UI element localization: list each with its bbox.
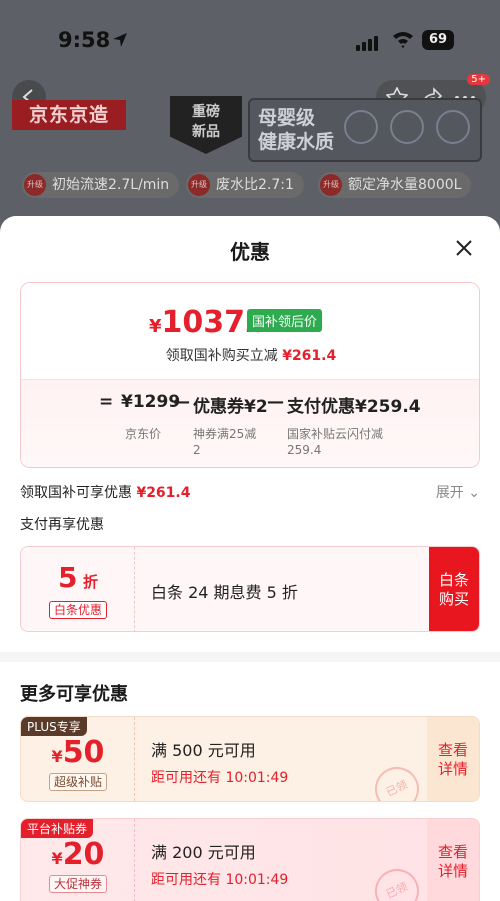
- location-arrow-icon: [113, 33, 127, 47]
- feature-text: 废水比2.7:1: [216, 177, 294, 193]
- cart-badge: 5+: [467, 74, 490, 85]
- coupon-label-wrap: 超级补贴: [21, 771, 135, 791]
- quality-badge: 母婴级 健康水质: [248, 98, 482, 162]
- discount-label: 领取国补购买立减: [165, 348, 278, 364]
- quality-text: 母婴级 健康水质: [258, 107, 335, 153]
- view-details-button[interactable]: 查看 详情: [427, 717, 479, 801]
- coupon-condition: 满 200 元可用: [151, 843, 256, 862]
- coupon-countdown: 距可用还有 10:01:49: [151, 872, 289, 888]
- coupon-amount: ¥50: [21, 735, 135, 770]
- wifi-icon: [393, 32, 413, 48]
- minus-sign: —: [267, 392, 284, 412]
- close-icon[interactable]: [454, 238, 474, 258]
- chevron-down-icon: ⌄: [468, 485, 480, 501]
- cert-icon: [436, 110, 470, 144]
- product-page-background: 9:58 69 5+ 京东京造 重磅 新品 母婴级 健康水质 升级 初始流速2.7…: [0, 0, 500, 240]
- expand-label: 展开: [435, 485, 464, 501]
- coupon-card[interactable]: 平台补贴券 ¥20 大促神券 满 200 元可用 距可用还有 10:01:49 …: [20, 818, 480, 901]
- baitiao-discount-value: 5 折: [21, 561, 135, 594]
- claimed-stamp: 已领: [367, 759, 427, 801]
- price-summary: ¥1037.6 国补领后价 领取国补购买立减 ¥261.4: [21, 283, 479, 379]
- gov-row-label: 领取国补可享优惠: [20, 485, 132, 501]
- jd-price-label: 京东价: [125, 427, 162, 441]
- coupon-countdown: 距可用还有 10:01:49: [151, 770, 289, 786]
- coupon-value: 50: [62, 735, 105, 770]
- upgrade-icon: 升级: [188, 174, 210, 196]
- status-time: 9:58: [58, 28, 111, 52]
- expand-button[interactable]: 展开 ⌄: [436, 482, 480, 502]
- feature-pill: 升级 废水比2.7:1: [186, 172, 304, 198]
- gov-subsidy-row[interactable]: 领取国补可享优惠 ¥261.4 展开 ⌄: [20, 482, 480, 502]
- status-bar: 9:58 69: [0, 28, 500, 58]
- price-card: ¥1037.6 国补领后价 领取国补购买立减 ¥261.4 = ¥1299 — …: [20, 282, 480, 468]
- feature-text: 初始流速2.7L/min: [52, 177, 170, 193]
- coupon-amount-area: ¥50 超级补贴: [21, 717, 135, 801]
- feature-pill: 升级 初始流速2.7L/min: [22, 172, 180, 198]
- pay-more-label: 支付再享优惠: [20, 517, 104, 533]
- upgrade-icon: 升级: [320, 174, 342, 196]
- equals-sign: =: [99, 392, 114, 412]
- discount-sheet: 优惠 ¥1037.6 国补领后价 领取国补购买立减 ¥261.4 = ¥1299…: [0, 216, 500, 901]
- new-product-tag: 重磅 新品: [170, 96, 242, 154]
- signal-icon: [356, 32, 380, 51]
- coupon-label: 超级补贴: [48, 773, 107, 791]
- sheet-title: 优惠: [230, 240, 270, 264]
- currency-symbol: ¥: [149, 316, 162, 337]
- discount-unit: 折: [83, 573, 99, 591]
- cert-icon: [344, 110, 378, 144]
- coupon-amount: ¥20: [21, 837, 135, 872]
- baitiao-label: 白条优惠: [49, 601, 108, 619]
- baitiao-desc: 白条 24 期息费 5 折: [151, 583, 298, 602]
- price-calc: = ¥1299 — 优惠券¥2 — 支付优惠¥259.4: [21, 392, 479, 422]
- coupon-amount-area: ¥20 大促神券: [21, 819, 135, 901]
- cert-icon: [390, 110, 424, 144]
- pay-discount: 支付优惠¥259.4: [287, 397, 421, 417]
- section-divider: [0, 652, 500, 662]
- coupon-value: 20: [62, 837, 105, 872]
- battery-indicator: 69: [422, 30, 454, 50]
- upgrade-icon: 升级: [24, 174, 46, 196]
- price-integer: 1037: [161, 305, 246, 340]
- feature-pill: 升级 额定净水量8000L: [318, 172, 472, 198]
- view-details-button[interactable]: 查看 详情: [427, 819, 479, 901]
- pay-sub: 国家补贴云闪付减 259.4: [287, 427, 384, 457]
- minus-sign: —: [173, 392, 190, 412]
- more-offers-title: 更多可享优惠: [20, 684, 128, 705]
- price-breakdown: = ¥1299 — 优惠券¥2 — 支付优惠¥259.4 京东价 神券满25减 …: [21, 379, 479, 467]
- coupon-label: 大促神券: [48, 875, 107, 893]
- gov-row-value: ¥261.4: [136, 485, 191, 501]
- gov-subsidy-tag: 国补领后价: [247, 309, 323, 332]
- feature-text: 额定净水量8000L: [348, 177, 462, 193]
- discount-number: 5: [57, 561, 78, 594]
- baitiao-discount: 5 折 白条优惠: [21, 547, 135, 631]
- coupon-card[interactable]: PLUS专享 ¥50 超级补贴 满 500 元可用 距可用还有 10:01:49…: [20, 716, 480, 802]
- claimed-stamp: 已领: [367, 861, 427, 901]
- coupon-discount: 优惠券¥2: [193, 397, 268, 417]
- discount-value: ¥261.4: [282, 348, 337, 364]
- discount-line: 领取国补购买立减 ¥261.4: [21, 345, 479, 365]
- coupon-label-wrap: 大促神券: [21, 873, 135, 893]
- currency-symbol: ¥: [51, 747, 63, 766]
- baitiao-card[interactable]: 5 折 白条优惠 白条 24 期息费 5 折 白条 购买: [20, 546, 480, 632]
- currency-symbol: ¥: [51, 849, 63, 868]
- brand-logo: 京东京造: [12, 100, 126, 130]
- jd-price: ¥1299: [121, 392, 181, 412]
- coupon-condition: 满 500 元可用: [151, 741, 256, 760]
- coupon-sub: 神券满25减 2: [193, 427, 257, 457]
- feature-row: 升级 初始流速2.7L/min 升级 废水比2.7:1 升级 额定净水量8000L: [22, 172, 492, 200]
- baitiao-buy-button[interactable]: 白条 购买: [429, 547, 479, 631]
